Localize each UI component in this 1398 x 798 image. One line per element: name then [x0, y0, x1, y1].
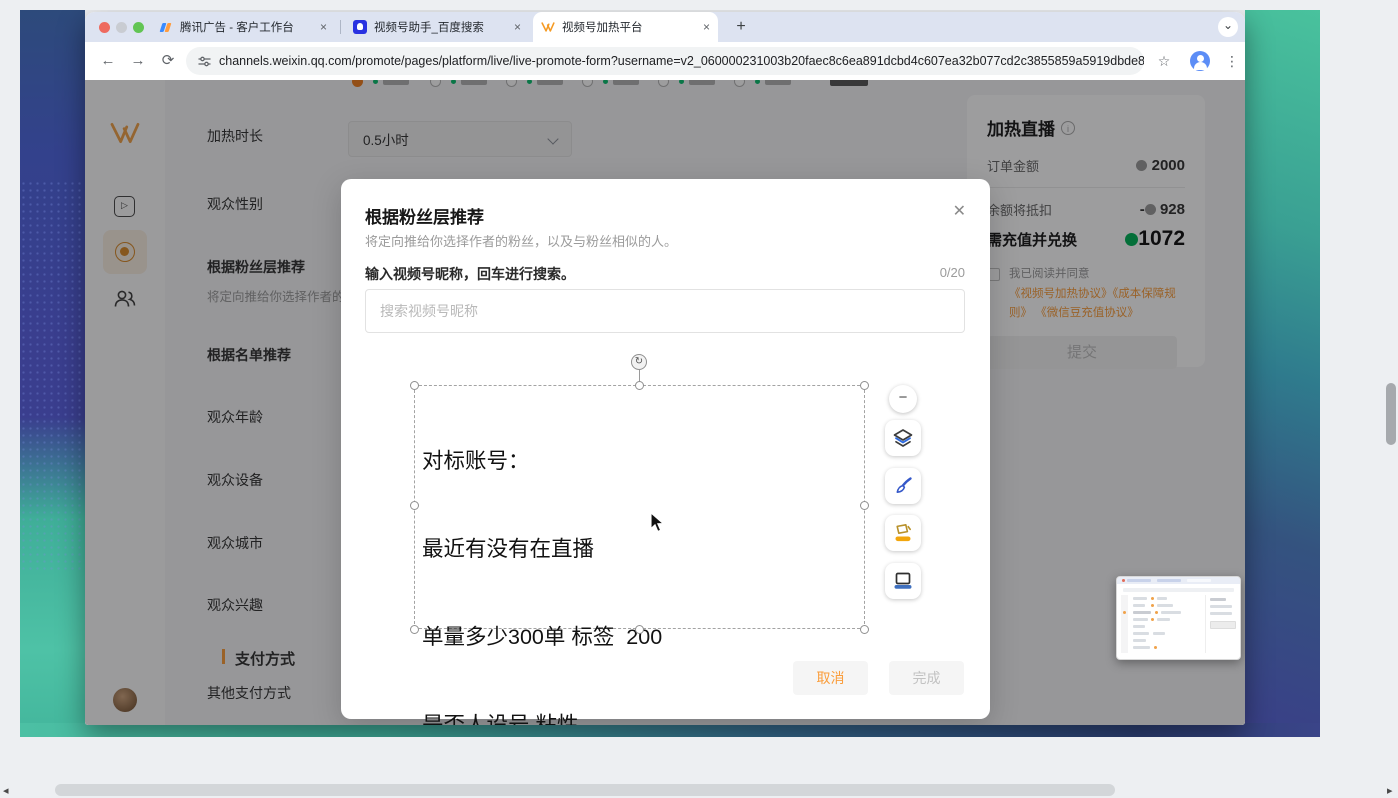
tab-title: 腾讯广告 - 客户工作台	[180, 19, 313, 35]
annotation-text[interactable]: 对标账号： 最近有没有在直播 单量多少300单 标签 200 是否人设号 粘性 …	[422, 388, 662, 725]
horizontal-scrollbar-thumb[interactable]	[55, 784, 1115, 796]
brush-tool-button[interactable]	[885, 468, 921, 504]
resize-handle-e[interactable]	[860, 501, 869, 510]
modal-subtitle: 将定向推给你选择作者的粉丝，以及与粉丝相似的人。	[365, 231, 677, 250]
close-icon[interactable]: ✕	[953, 201, 966, 221]
scroll-left-arrow[interactable]: ◂	[3, 784, 9, 797]
tab-search-button[interactable]: ⌄	[1218, 17, 1238, 37]
resize-handle-sw[interactable]	[410, 625, 419, 634]
vertical-scrollbar-thumb[interactable]	[1386, 383, 1396, 445]
browser-window: 腾讯广告 - 客户工作台 × 视频号助手_百度搜索 × 视频号加	[85, 12, 1245, 725]
resize-handle-w[interactable]	[410, 501, 419, 510]
url-text: channels.weixin.qq.com/promote/pages/pla…	[219, 54, 1144, 68]
layers-icon	[891, 426, 915, 450]
screen-tool-button[interactable]	[885, 563, 921, 599]
char-counter: 0/20	[940, 265, 965, 280]
browser-toolbar: ← → ⟳ channels.weixin.qq.com/promote/pag…	[85, 42, 1245, 80]
profile-avatar[interactable]	[1190, 51, 1210, 71]
search-label: 输入视频号昵称，回车进行搜索。	[365, 264, 575, 284]
page-content: ▷	[85, 80, 1245, 725]
forward-button[interactable]: →	[127, 50, 149, 72]
tab-baidu-search[interactable]: 视频号助手_百度搜索 ×	[345, 12, 529, 42]
cancel-button[interactable]: 取消	[793, 661, 868, 695]
reload-button[interactable]: ⟳	[157, 50, 179, 72]
resize-handle-s[interactable]	[635, 625, 644, 634]
mini-preview-window[interactable]	[1116, 576, 1241, 660]
traffic-light-zoom[interactable]	[133, 22, 144, 33]
brush-icon	[891, 474, 915, 498]
modal-title: 根据粉丝层推荐	[365, 203, 484, 228]
done-button[interactable]: 完成	[889, 661, 964, 695]
tab-channels-platform[interactable]: 视频号加热平台 ×	[533, 12, 718, 42]
traffic-light-minimize[interactable]	[116, 22, 127, 33]
resize-handle-n[interactable]	[635, 381, 644, 390]
mouse-cursor	[650, 512, 665, 538]
laptop-icon	[891, 569, 915, 593]
tab-close-icon[interactable]: ×	[320, 21, 327, 33]
channels-favicon	[541, 20, 555, 34]
desktop-wallpaper-left	[20, 10, 85, 737]
tab-strip: 腾讯广告 - 客户工作台 × 视频号助手_百度搜索 × 视频号加	[85, 12, 1245, 42]
resize-handle-ne[interactable]	[860, 381, 869, 390]
screenshot-viewer: 腾讯广告 - 客户工作台 × 视频号助手_百度搜索 × 视频号加	[0, 0, 1398, 798]
tab-tencent-ads[interactable]: 腾讯广告 - 客户工作台 ×	[151, 12, 335, 42]
desktop-wallpaper-right	[1245, 10, 1320, 737]
tab-separator	[340, 20, 341, 34]
baidu-favicon	[353, 20, 367, 34]
layers-tool-button[interactable]	[885, 420, 921, 456]
bookmark-star-icon[interactable]: ☆	[1153, 50, 1175, 72]
desktop-wallpaper-bottom	[20, 723, 1320, 737]
mini-sidebar	[1121, 595, 1128, 653]
new-tab-button[interactable]: +	[730, 16, 752, 38]
browser-menu-icon[interactable]: ⋮	[1221, 50, 1243, 72]
tab-title: 视频号加热平台	[562, 19, 696, 35]
site-settings-icon[interactable]	[198, 55, 211, 68]
back-button[interactable]: ←	[97, 50, 119, 72]
address-bar[interactable]: channels.weixin.qq.com/promote/pages/pla…	[186, 47, 1144, 75]
resize-handle-nw[interactable]	[410, 381, 419, 390]
mini-right-panel	[1205, 595, 1237, 653]
search-input[interactable]	[365, 289, 965, 333]
fill-tool-button[interactable]	[885, 515, 921, 551]
collapse-toolbar-button[interactable]: −	[889, 385, 917, 413]
captured-desktop: 腾讯广告 - 客户工作台 × 视频号助手_百度搜索 × 视频号加	[20, 10, 1320, 737]
tab-title: 视频号助手_百度搜索	[374, 19, 507, 35]
tab-close-icon[interactable]: ×	[703, 21, 710, 33]
scroll-right-arrow[interactable]: ▸	[1387, 784, 1393, 797]
paint-bucket-icon	[891, 521, 915, 545]
tab-close-icon[interactable]: ×	[514, 21, 521, 33]
tencent-ads-favicon	[159, 20, 173, 34]
traffic-light-close[interactable]	[99, 22, 110, 33]
resize-handle-se[interactable]	[860, 625, 869, 634]
rotate-handle-icon[interactable]: ↻	[631, 354, 647, 370]
